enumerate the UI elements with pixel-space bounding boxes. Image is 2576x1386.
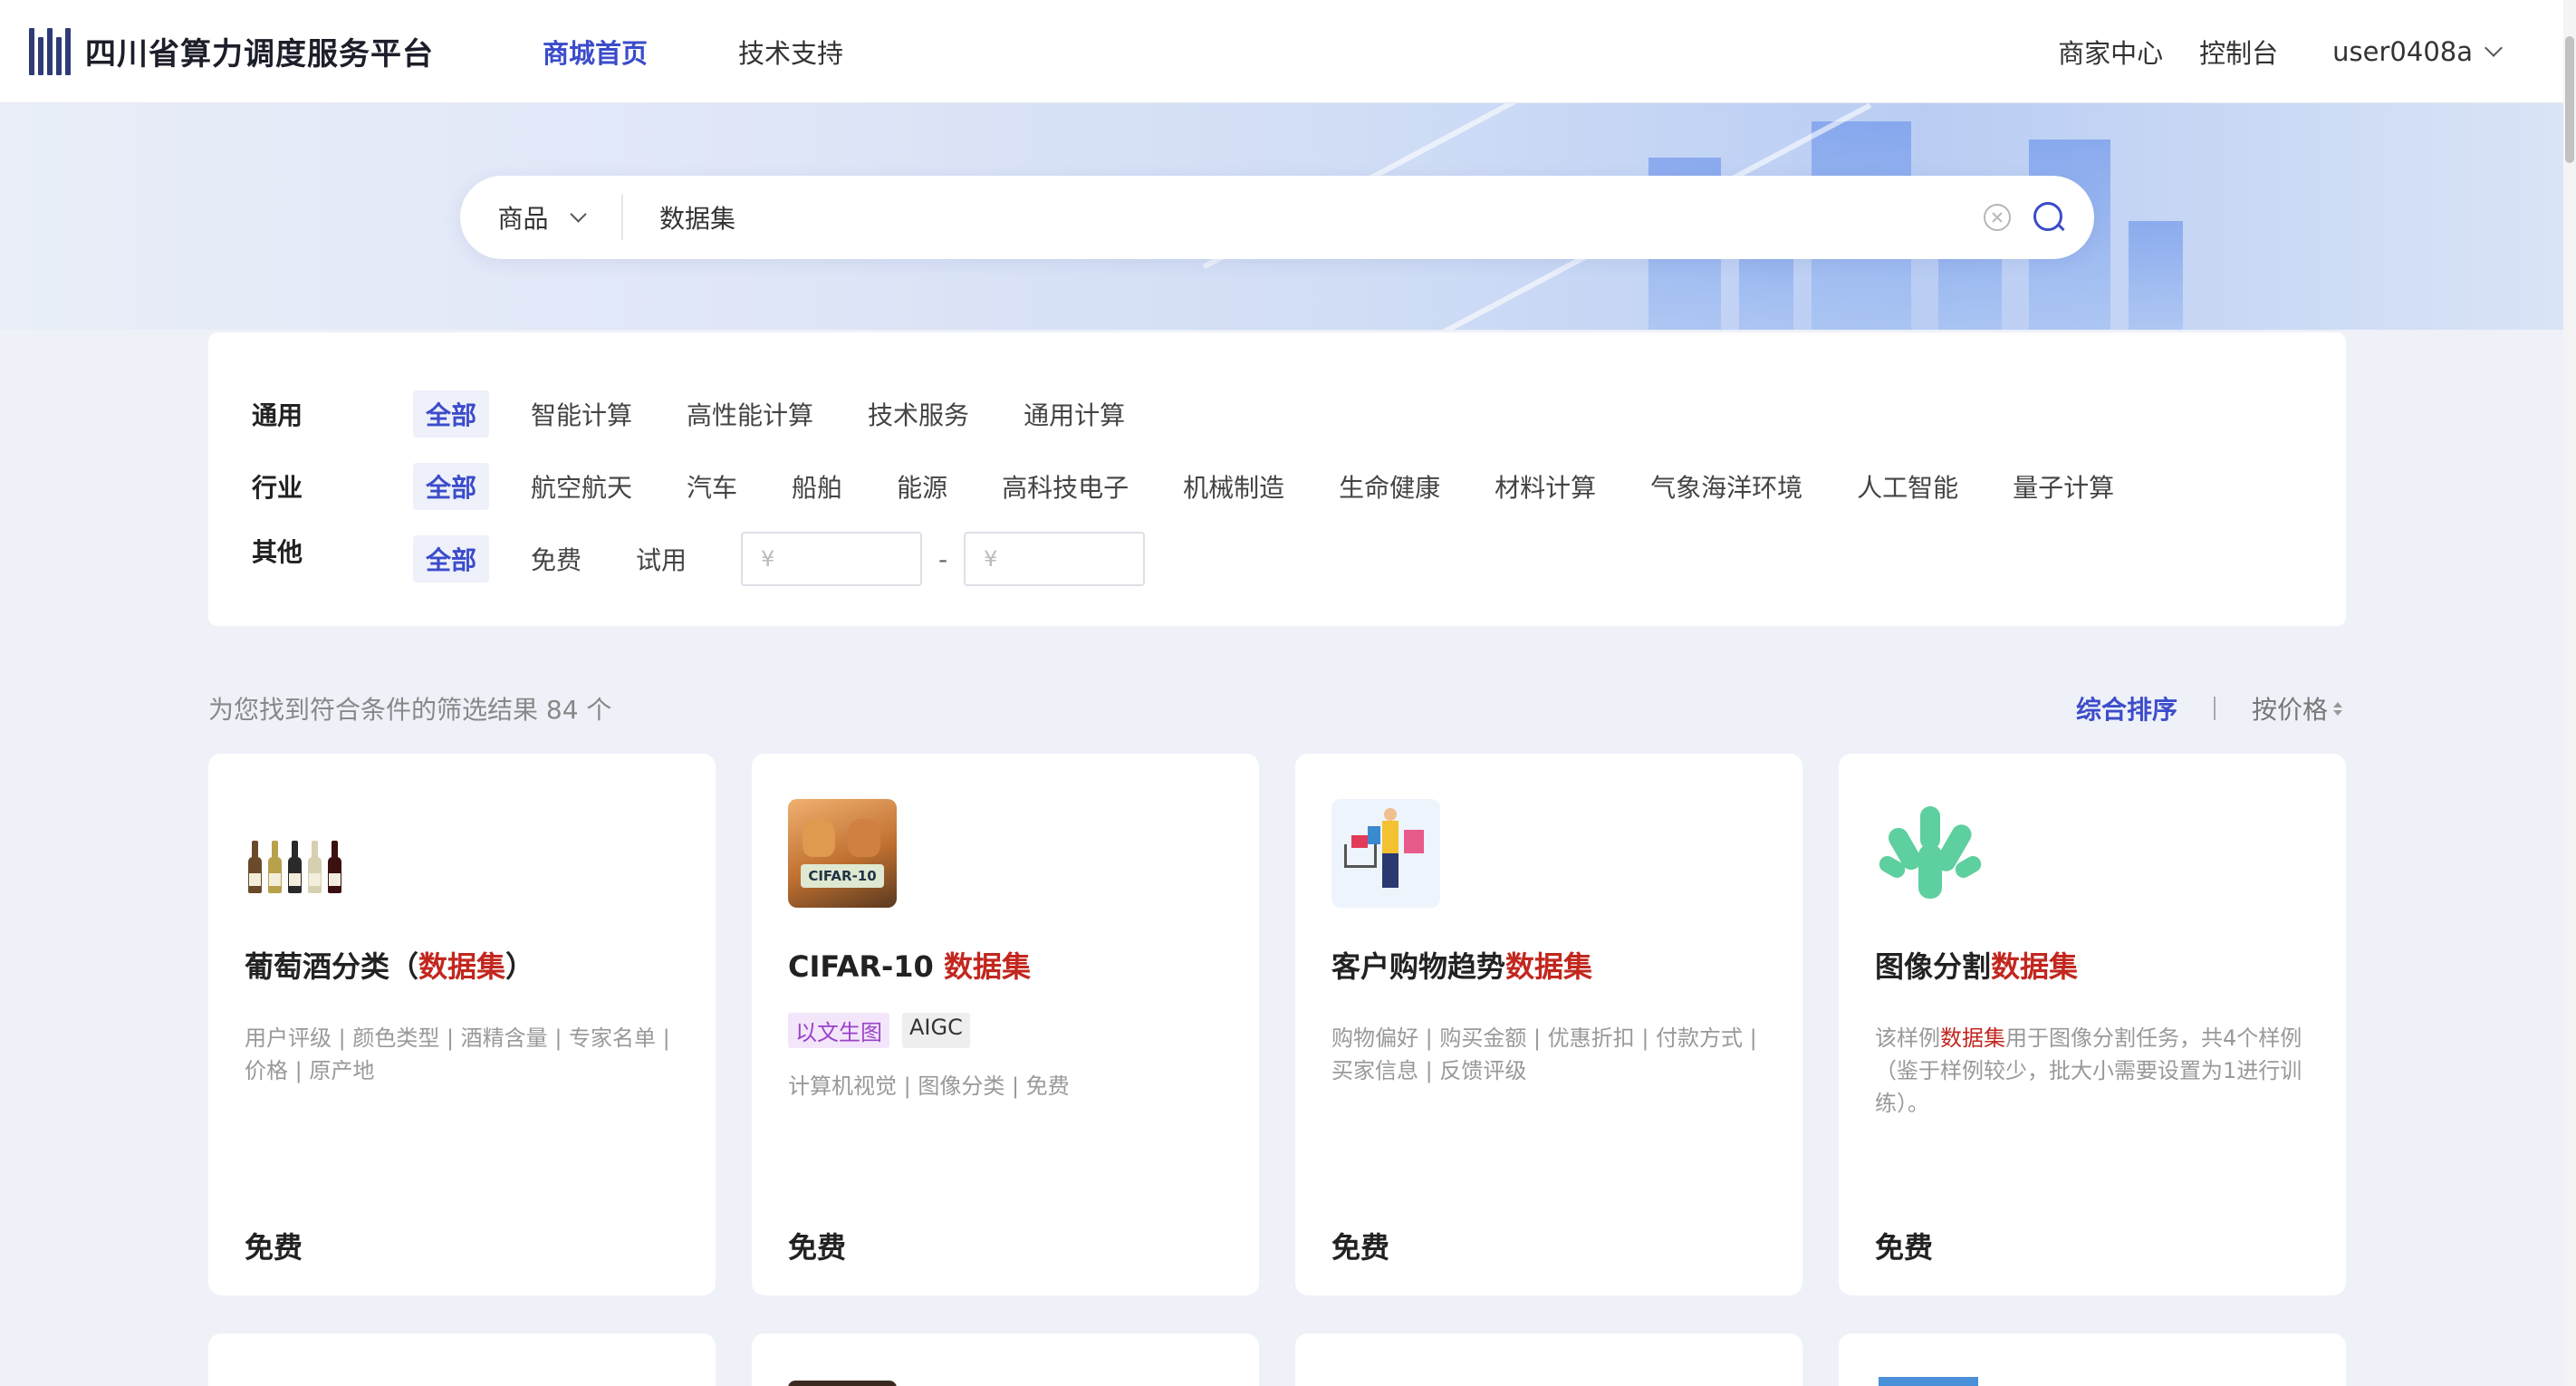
chevron-down-icon <box>569 205 587 223</box>
price-range-separator: - <box>938 544 948 574</box>
product-card[interactable]: 客户购物趋势数据集 购物偏好 | 购买金额 | 优惠折扣 | 付款方式 | 买家… <box>1295 754 1802 1295</box>
card-price: 免费 <box>788 1230 847 1265</box>
sort-default-button[interactable]: 综合排序 <box>2076 690 2177 727</box>
scrollbar-thumb[interactable] <box>2565 36 2574 163</box>
site-logo[interactable]: 四川省算力调度服务平台 <box>29 27 434 75</box>
card-description: 用户评级 | 颜色类型 | 酒精含量 | 专家名单 | 价格 | 原产地 <box>245 1025 670 1083</box>
card-price: 免费 <box>245 1230 303 1265</box>
filter-option[interactable]: 航空航天 <box>531 468 632 505</box>
nav-tech-support[interactable]: 技术支持 <box>738 33 843 71</box>
product-card[interactable] <box>1295 1333 1802 1386</box>
search-type-label: 商品 <box>497 204 549 234</box>
cifar-label: CIFAR-10 <box>801 864 884 888</box>
filter-option[interactable]: 高科技电子 <box>1002 468 1129 505</box>
filter-option[interactable]: 智能计算 <box>531 396 632 432</box>
filter-option[interactable]: 材料计算 <box>1495 468 1596 505</box>
filter-panel: 通用 全部 智能计算 高性能计算 技术服务 通用计算 行业 全部 航空航天 汽车… <box>208 332 2346 626</box>
sort-price-button[interactable]: 按价格 <box>2252 690 2342 727</box>
card-description: 计算机视觉 | 图像分类 | 免费 <box>788 1073 1070 1099</box>
nav-mall-home[interactable]: 商城首页 <box>543 33 648 71</box>
sort-bar: 综合排序 按价格 <box>2076 690 2342 727</box>
filter-option[interactable]: 免费 <box>531 541 582 577</box>
result-count: 为您找到符合条件的筛选结果 84 个 <box>208 695 612 725</box>
card-description: 购物偏好 | 购买金额 | 优惠折扣 | 付款方式 | 买家信息 | 反馈评级 <box>1331 1025 1757 1083</box>
product-card[interactable]: CIFAR-10 CIFAR-10 数据集 以文生图 AIGC 计算机视觉 | … <box>752 754 1259 1295</box>
site-title: 四川省算力调度服务平台 <box>85 36 434 72</box>
filter-option[interactable]: 技术服务 <box>868 396 969 432</box>
filter-option[interactable]: 机械制造 <box>1183 468 1284 505</box>
coral-image <box>1875 799 1984 908</box>
filter-label: 通用 <box>252 400 303 430</box>
filter-label: 行业 <box>252 473 303 503</box>
search-icon[interactable] <box>2031 199 2067 236</box>
user-menu[interactable]: user0408a <box>2332 36 2503 67</box>
filter-option[interactable]: 气象海洋环境 <box>1650 468 1802 505</box>
price-max-input[interactable]: ¥ <box>964 532 1146 586</box>
username: user0408a <box>2332 36 2473 67</box>
filter-row-industry: 行业 全部 航空航天 汽车 船舶 能源 高科技电子 机械制造 生命健康 材料计算… <box>208 450 2346 523</box>
shopping-illustration-image <box>1331 799 1440 908</box>
product-card[interactable] <box>752 1333 1259 1386</box>
logo-icon <box>29 27 71 75</box>
page-scrollbar[interactable] <box>2563 0 2576 1386</box>
sort-arrows-icon <box>2333 701 2342 716</box>
search-type-select[interactable]: 商品 <box>460 195 623 240</box>
product-card[interactable]: 图像分割数据集 该样例数据集用于图像分割任务，共4个样例（鉴于样例较少，批大小需… <box>1839 754 2346 1295</box>
card-title: CIFAR-10 数据集 <box>788 949 1031 984</box>
wine-bottles-image <box>245 799 353 908</box>
filter-option[interactable]: 能源 <box>897 468 947 505</box>
tag: 以文生图 <box>788 1013 889 1048</box>
card-title: 葡萄酒分类（数据集） <box>245 949 535 984</box>
card-title: 客户购物趋势数据集 <box>1331 949 1593 984</box>
filter-option[interactable]: 汽车 <box>687 468 737 505</box>
filter-row-other: 其他 全部 免费 试用 ¥ - ¥ <box>208 523 2346 595</box>
product-card[interactable] <box>1839 1333 2346 1386</box>
card-tags: 以文生图 AIGC <box>788 1013 1223 1048</box>
card-price: 免费 <box>1875 1230 1934 1265</box>
clear-icon[interactable] <box>1984 204 2011 231</box>
filter-option[interactable]: 量子计算 <box>2013 468 2114 505</box>
top-header: 四川省算力调度服务平台 商城首页 技术支持 商家中心 控制台 user0408a <box>0 0 2563 103</box>
header-right: 商家中心 控制台 user0408a <box>2022 0 2503 103</box>
card-price: 免费 <box>1331 1230 1390 1265</box>
card-title: 图像分割数据集 <box>1875 949 2079 984</box>
filter-option[interactable]: 船舶 <box>792 468 842 505</box>
filter-option[interactable]: 全部 <box>413 390 490 438</box>
card-description: 该样例数据集用于图像分割任务，共4个样例（鉴于样例较少，批大小需要设置为1进行训… <box>1875 1025 2302 1116</box>
filter-row-general: 通用 全部 智能计算 高性能计算 技术服务 通用计算 <box>208 378 2346 450</box>
cifar-cats-image: CIFAR-10 <box>788 799 897 908</box>
filter-option[interactable]: 生命健康 <box>1339 468 1440 505</box>
filter-option[interactable]: 全部 <box>413 463 490 510</box>
console-link[interactable]: 控制台 <box>2199 33 2278 71</box>
search-bar: 商品 <box>460 176 2094 259</box>
filter-option[interactable]: 全部 <box>413 535 490 582</box>
merchant-center-link[interactable]: 商家中心 <box>2058 33 2163 71</box>
card-image <box>788 1381 897 1386</box>
product-card[interactable] <box>208 1333 716 1386</box>
sort-divider <box>2213 697 2216 720</box>
filter-option[interactable]: 通用计算 <box>1024 396 1125 432</box>
filter-option[interactable]: 高性能计算 <box>687 396 813 432</box>
tag: AIGC <box>902 1013 970 1048</box>
search-input[interactable] <box>623 190 1984 245</box>
product-card[interactable]: 葡萄酒分类（数据集） 用户评级 | 颜色类型 | 酒精含量 | 专家名单 | 价… <box>208 754 716 1295</box>
filter-label: 其他 <box>252 537 303 567</box>
filter-option[interactable]: 试用 <box>636 541 687 577</box>
filter-option[interactable]: 人工智能 <box>1857 468 1958 505</box>
main-nav: 商城首页 技术支持 <box>543 33 934 71</box>
sort-price-label: 按价格 <box>2251 695 2328 725</box>
price-min-input[interactable]: ¥ <box>741 532 923 586</box>
card-image <box>1879 1377 1978 1386</box>
chevron-down-icon <box>2485 39 2503 57</box>
